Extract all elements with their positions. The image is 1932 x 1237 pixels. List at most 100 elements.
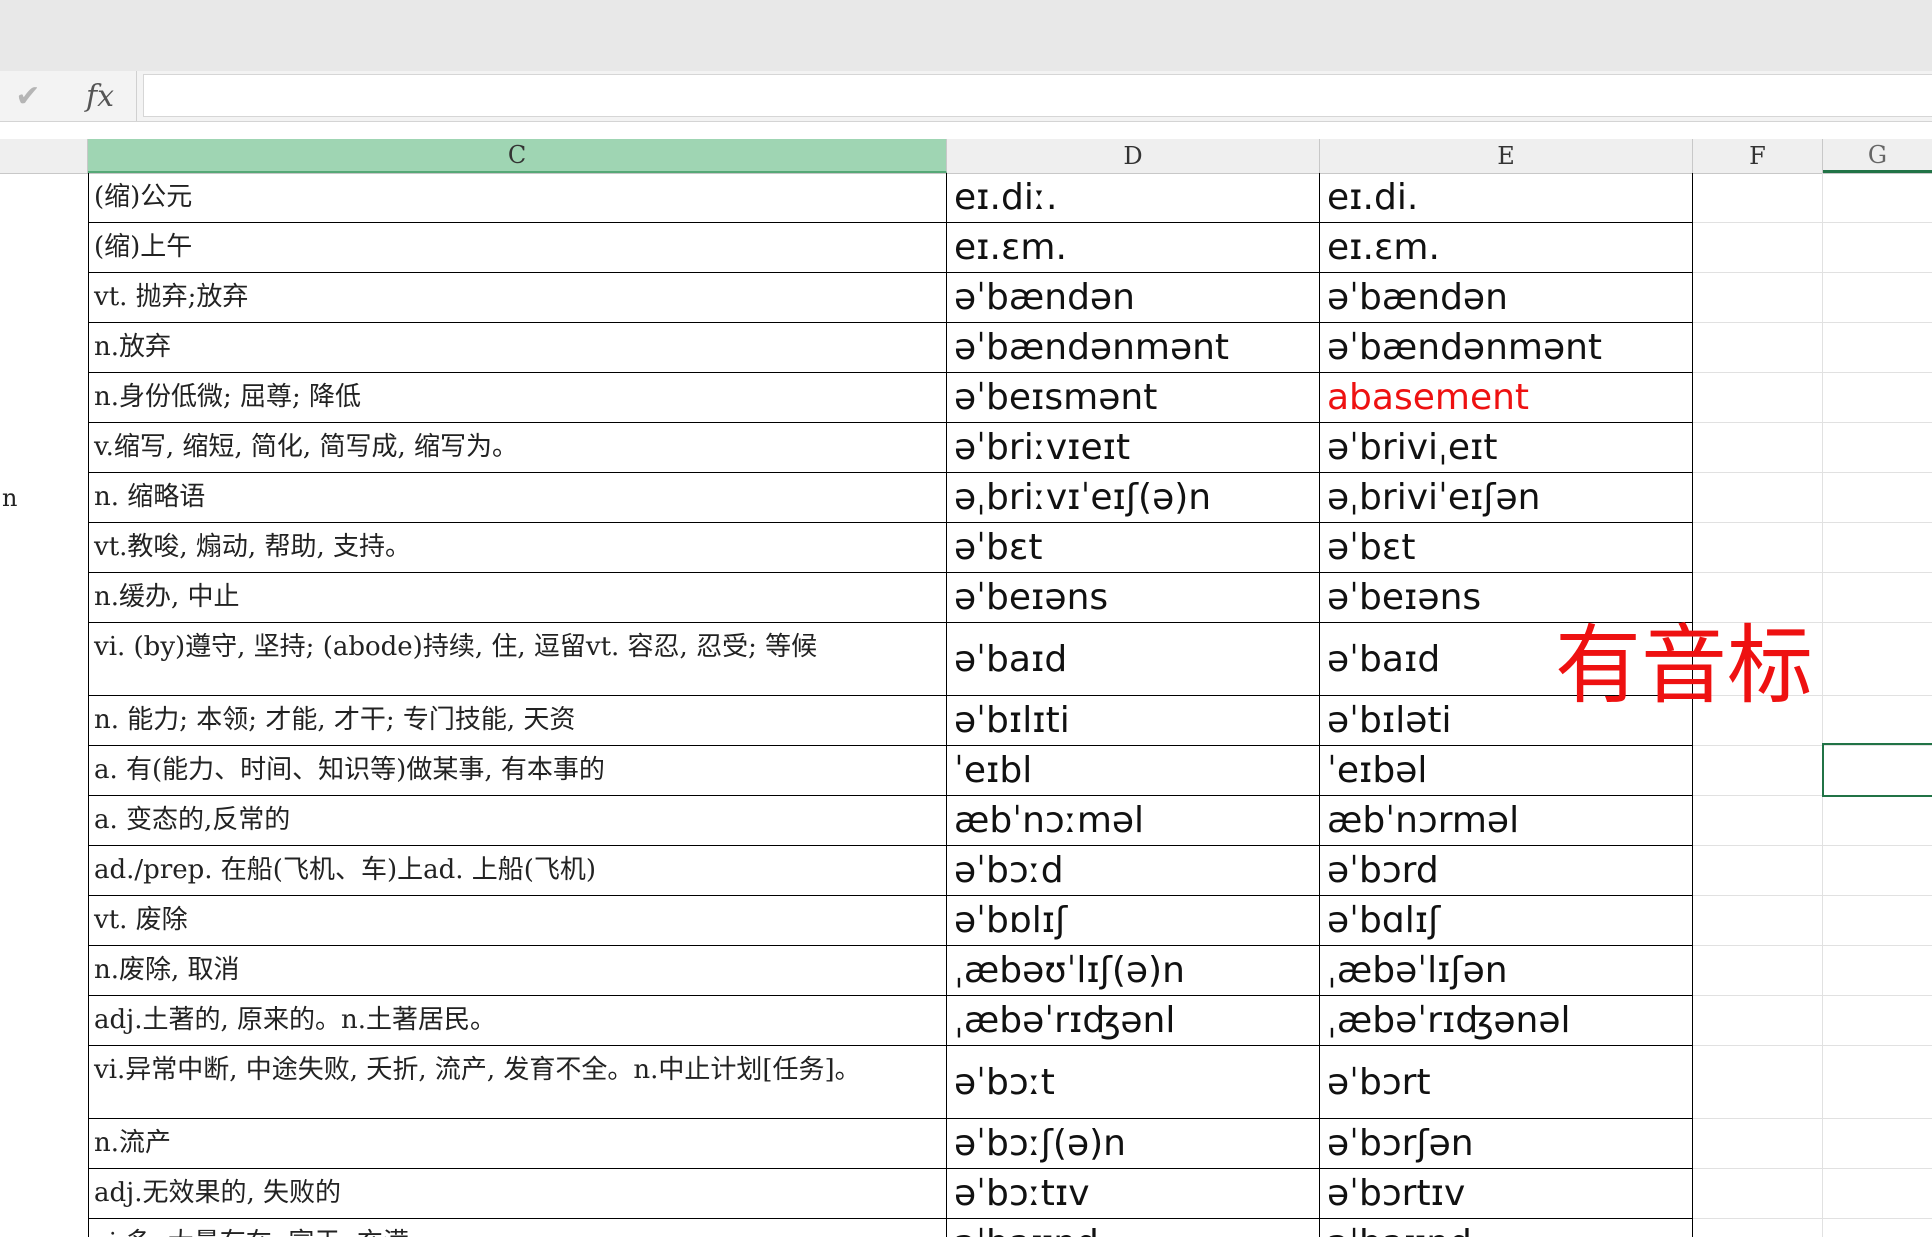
cell-g[interactable] bbox=[1823, 423, 1932, 473]
cell-f[interactable] bbox=[1693, 896, 1823, 946]
cell-b[interactable] bbox=[0, 1119, 88, 1169]
cell-phonetic-d[interactable]: əˈbaʊnd bbox=[947, 1219, 1320, 1237]
cell-meaning[interactable]: a. 有(能力、时间、知识等)做某事, 有本事的 bbox=[88, 746, 947, 796]
cell-g[interactable] bbox=[1823, 946, 1932, 996]
cell-b[interactable] bbox=[0, 846, 88, 896]
cell-phonetic-e[interactable]: eɪ.ɛm. bbox=[1320, 223, 1693, 273]
cell-b[interactable] bbox=[0, 323, 88, 373]
cell-b[interactable] bbox=[0, 1219, 88, 1237]
cell-b[interactable] bbox=[0, 423, 88, 473]
cell-g[interactable] bbox=[1823, 173, 1932, 223]
cell-phonetic-d[interactable]: eɪ.diː. bbox=[947, 173, 1320, 223]
cell-f[interactable] bbox=[1693, 473, 1823, 523]
cell-meaning[interactable]: n.流产 bbox=[88, 1119, 947, 1169]
cell-g[interactable] bbox=[1823, 323, 1932, 373]
cell-f[interactable] bbox=[1693, 996, 1823, 1046]
cell-phonetic-d[interactable]: əˈbɛt bbox=[947, 523, 1320, 573]
cell-phonetic-d[interactable]: əˌbriːvɪˈeɪʃ(ə)n bbox=[947, 473, 1320, 523]
cell-meaning[interactable]: vi. (by)遵守, 坚持; (abode)持续, 住, 逗留vt. 容忍, … bbox=[88, 623, 947, 696]
cell-phonetic-d[interactable]: əˈbriːvɪeɪt bbox=[947, 423, 1320, 473]
cell-phonetic-e[interactable]: eɪ.di. bbox=[1320, 173, 1693, 223]
cell-phonetic-d[interactable]: əˈbɔːt bbox=[947, 1046, 1320, 1119]
cell-f[interactable] bbox=[1693, 846, 1823, 896]
cell-f[interactable] bbox=[1693, 173, 1823, 223]
column-header-c[interactable]: C bbox=[88, 139, 947, 173]
cell-phonetic-d[interactable]: əˈbɔːd bbox=[947, 846, 1320, 896]
cell-b[interactable] bbox=[0, 946, 88, 996]
cell-g[interactable] bbox=[1823, 696, 1932, 746]
cell-phonetic-e[interactable]: əˈbɔrd bbox=[1320, 846, 1693, 896]
cell-b[interactable] bbox=[0, 896, 88, 946]
cell-b[interactable]: n bbox=[0, 473, 88, 523]
cell-phonetic-d[interactable]: ˈeɪbl bbox=[947, 746, 1320, 796]
cell-g[interactable] bbox=[1823, 996, 1932, 1046]
cell-f[interactable] bbox=[1693, 1046, 1823, 1119]
cell-phonetic-e[interactable]: ˌæbəˈrɪʤənəl bbox=[1320, 996, 1693, 1046]
cell-b[interactable] bbox=[0, 223, 88, 273]
cell-phonetic-e[interactable]: ˌæbəˈlɪʃən bbox=[1320, 946, 1693, 996]
column-header-f[interactable]: F bbox=[1693, 139, 1823, 173]
formula-input[interactable] bbox=[143, 74, 1932, 117]
cell-meaning[interactable]: vt. 废除 bbox=[88, 896, 947, 946]
cell-phonetic-d[interactable]: əˈbɔːtɪv bbox=[947, 1169, 1320, 1219]
cell-f[interactable] bbox=[1693, 796, 1823, 846]
cell-b[interactable] bbox=[0, 173, 88, 223]
cell-meaning[interactable]: ad./prep. 在船(飞机、车)上ad. 上船(飞机) bbox=[88, 846, 947, 896]
cell-f[interactable] bbox=[1693, 746, 1823, 796]
cell-b[interactable] bbox=[0, 573, 88, 623]
cell-g[interactable] bbox=[1823, 796, 1932, 846]
cell-meaning[interactable]: vi.多, 大量存在, 富于, 充满 bbox=[88, 1219, 947, 1237]
cell-b[interactable] bbox=[0, 796, 88, 846]
cell-phonetic-d[interactable]: əˈbændən bbox=[947, 273, 1320, 323]
cell-phonetic-d[interactable]: əˈbɔːʃ(ə)n bbox=[947, 1119, 1320, 1169]
cell-phonetic-e[interactable]: əˈbriviˌeɪt bbox=[1320, 423, 1693, 473]
cell-meaning[interactable]: n. 能力; 本领; 才能, 才干; 专门技能, 天资 bbox=[88, 696, 947, 746]
cell-phonetic-d[interactable]: əˈbaɪd bbox=[947, 623, 1320, 696]
cell-meaning[interactable]: n.废除, 取消 bbox=[88, 946, 947, 996]
cell-meaning[interactable]: vt.教唆, 煽动, 帮助, 支持。 bbox=[88, 523, 947, 573]
cell-b[interactable] bbox=[0, 273, 88, 323]
column-header-d[interactable]: D bbox=[947, 139, 1320, 173]
cell-g[interactable] bbox=[1823, 1219, 1932, 1237]
cell-phonetic-d[interactable]: æbˈnɔːməl bbox=[947, 796, 1320, 846]
cell-b[interactable] bbox=[0, 623, 88, 696]
cell-phonetic-e[interactable]: əˈbɔrt bbox=[1320, 1046, 1693, 1119]
cell-phonetic-d[interactable]: əˈbɒlɪʃ bbox=[947, 896, 1320, 946]
cell-g[interactable] bbox=[1823, 473, 1932, 523]
cell-phonetic-d[interactable]: əˈbeɪsmənt bbox=[947, 373, 1320, 423]
cell-meaning[interactable]: adj.土著的, 原来的。n.土著居民。 bbox=[88, 996, 947, 1046]
cell-f[interactable] bbox=[1693, 1219, 1823, 1237]
fx-button[interactable]: fx bbox=[70, 79, 130, 114]
cell-g[interactable] bbox=[1823, 523, 1932, 573]
cell-meaning[interactable]: adj.无效果的, 失败的 bbox=[88, 1169, 947, 1219]
cell-g[interactable] bbox=[1823, 1169, 1932, 1219]
active-cell-selection[interactable] bbox=[1822, 743, 1932, 797]
cell-g[interactable] bbox=[1823, 623, 1932, 696]
cell-meaning[interactable]: a. 变态的,反常的 bbox=[88, 796, 947, 846]
cell-phonetic-e[interactable]: æbˈnɔrməl bbox=[1320, 796, 1693, 846]
cell-phonetic-e[interactable]: əˈbaʊnd bbox=[1320, 1219, 1693, 1237]
check-icon[interactable]: ✔ bbox=[8, 79, 48, 114]
cell-f[interactable] bbox=[1693, 946, 1823, 996]
cell-f[interactable] bbox=[1693, 423, 1823, 473]
column-header-b[interactable] bbox=[0, 139, 88, 173]
cell-f[interactable] bbox=[1693, 1119, 1823, 1169]
cell-phonetic-d[interactable]: ˌæbəʊˈlɪʃ(ə)n bbox=[947, 946, 1320, 996]
cell-phonetic-d[interactable]: eɪ.ɛm. bbox=[947, 223, 1320, 273]
cell-f[interactable] bbox=[1693, 223, 1823, 273]
cell-b[interactable] bbox=[0, 746, 88, 796]
cell-f[interactable] bbox=[1693, 523, 1823, 573]
cell-phonetic-d[interactable]: ˌæbəˈrɪʤənl bbox=[947, 996, 1320, 1046]
cell-meaning[interactable]: vt. 抛弃;放弃 bbox=[88, 273, 947, 323]
cell-b[interactable] bbox=[0, 696, 88, 746]
cell-phonetic-e[interactable]: əˈbændənmənt bbox=[1320, 323, 1693, 373]
column-header-g[interactable]: G bbox=[1823, 139, 1932, 173]
cell-phonetic-e[interactable]: abasement bbox=[1320, 373, 1693, 423]
cell-meaning[interactable]: n.放弃 bbox=[88, 323, 947, 373]
cell-b[interactable] bbox=[0, 996, 88, 1046]
cell-phonetic-e[interactable]: ˈeɪbəl bbox=[1320, 746, 1693, 796]
cell-phonetic-d[interactable]: əˈbɪlɪti bbox=[947, 696, 1320, 746]
cell-g[interactable] bbox=[1823, 273, 1932, 323]
cell-phonetic-d[interactable]: əˈbændənmənt bbox=[947, 323, 1320, 373]
cell-phonetic-e[interactable]: əˈbɔrtɪv bbox=[1320, 1169, 1693, 1219]
